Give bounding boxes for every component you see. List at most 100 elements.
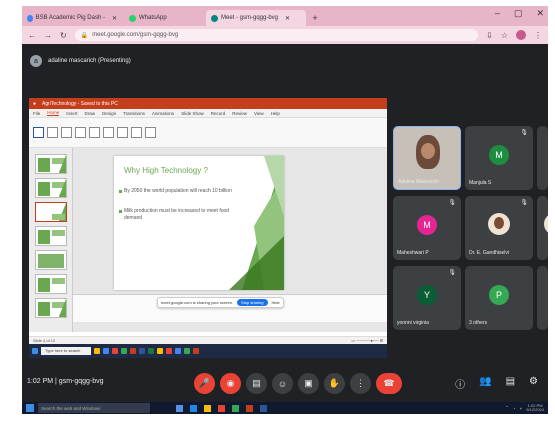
mic-off-icon: 🎙 — [520, 130, 528, 136]
slide-thumbnail[interactable] — [35, 298, 67, 318]
participant-tile[interactable]: 🎙 M Manjula S — [465, 126, 533, 190]
app-icon[interactable] — [232, 404, 239, 412]
camera-off-icon[interactable]: ◉ — [220, 373, 241, 394]
hide-button[interactable]: Hide — [272, 300, 280, 305]
url-field[interactable]: 🔒 meet.google.com/gsm-gqgg-bvg — [74, 29, 479, 41]
ribbon-tab-transitions[interactable]: Transitions — [123, 111, 145, 116]
more-options-icon[interactable]: ⋮ — [350, 373, 371, 394]
slide-thumbnail[interactable] — [35, 154, 67, 174]
leave-call-button[interactable]: ☎ — [376, 373, 402, 394]
app-icon — [193, 348, 199, 354]
chat-icon[interactable]: ▤ — [506, 376, 515, 391]
slide-thumbnail[interactable] — [35, 178, 67, 198]
app-icon — [103, 348, 109, 354]
ribbon-tab-design[interactable]: Design — [102, 111, 116, 116]
zoom-slider[interactable]: ▭ ─────●── ⊞ — [351, 338, 383, 343]
shared-search: Type here to search — [41, 347, 91, 355]
stop-sharing-button[interactable]: Stop sharing — [237, 299, 268, 306]
slide-thumbnail[interactable] — [35, 250, 67, 270]
participant-tile[interactable]: 🎙 Dr. E. Gandhiselvi — [465, 196, 533, 260]
participant-tile[interactable]: P 3 others — [465, 266, 533, 330]
ribbon-tab-file[interactable]: File — [33, 111, 40, 116]
volume-icon[interactable]: ◗ — [519, 406, 522, 411]
edge-icon[interactable] — [190, 404, 197, 412]
ribbon-tab-record[interactable]: Record — [211, 111, 226, 116]
people-icon[interactable]: 👥 — [479, 376, 491, 391]
slide-thumbnail[interactable] — [35, 226, 67, 246]
participant-avatar: M — [417, 215, 437, 236]
raise-hand-icon[interactable]: ✋ — [324, 373, 345, 394]
paste-icon[interactable] — [33, 127, 44, 138]
info-icon[interactable]: ⓘ — [455, 376, 465, 391]
activities-icon[interactable]: ⚙ — [529, 376, 538, 391]
app-icon[interactable] — [260, 404, 267, 412]
mic-off-icon[interactable]: 🎤 — [194, 373, 215, 394]
ribbon-tab-view[interactable]: View — [254, 111, 264, 116]
app-icon — [166, 348, 172, 354]
windows-icon — [32, 348, 38, 354]
participant-tile[interactable]: 🎙 Y yoonni virginia — [393, 266, 461, 330]
shared-taskbar: Type here to search — [29, 344, 387, 358]
captions-icon[interactable]: ▤ — [246, 373, 267, 394]
new-slide-icon[interactable] — [47, 127, 58, 138]
close-icon[interactable]: ✕ — [536, 8, 544, 19]
profile-avatar[interactable] — [516, 30, 526, 40]
current-slide[interactable]: Why High Technology ? By 2050 the world … — [114, 156, 284, 290]
ribbon-tab-home[interactable]: Home — [47, 110, 60, 116]
slide-thumbnails — [29, 148, 73, 332]
windows-start-icon[interactable] — [26, 404, 34, 412]
forward-icon[interactable]: → — [44, 31, 52, 40]
meet-icon — [211, 14, 218, 22]
chrome-icon[interactable] — [218, 404, 225, 412]
ribbon-tab-review[interactable]: Review — [232, 111, 247, 116]
ribbon-tab-draw[interactable]: Draw — [85, 111, 96, 116]
ribbon-tab-animations[interactable]: Animations — [152, 111, 174, 116]
participant-tile[interactable]: A — [537, 266, 548, 330]
meet-controls: 1:02 PM | gsm-gqgg-bvg 🎤 ◉ ▤ ☺ ▣ ✋ ⋮ ☎ ⓘ… — [22, 366, 548, 402]
ribbon-tab-insert[interactable]: Insert — [66, 111, 77, 116]
participant-name: Dr. E. Gandhiselvi — [469, 250, 510, 256]
autosave-icon[interactable]: ● — [33, 101, 36, 107]
tray-chevron-icon[interactable]: ⌃ — [505, 405, 509, 411]
meeting-info: 1:02 PM | gsm-gqgg-bvg — [27, 378, 104, 385]
ribbon-tab-help[interactable]: Help — [271, 111, 280, 116]
new-tab-button[interactable]: + — [308, 10, 322, 26]
browser-tab-active[interactable]: Meet - gsm-gqgg-bvg ✕ — [206, 10, 306, 26]
task-view-icon[interactable] — [176, 404, 183, 412]
participant-tile[interactable]: 🎙 M Maheshwari P — [393, 196, 461, 260]
ribbon-tab-slide-show[interactable]: Slide Show — [181, 111, 204, 116]
reset-icon[interactable] — [75, 127, 86, 138]
slide-thumbnail-selected[interactable] — [35, 202, 67, 222]
minimize-icon[interactable]: – — [495, 8, 500, 19]
participant-photo — [544, 213, 548, 236]
participant-tile[interactable]: R — [537, 126, 548, 190]
menu-icon[interactable]: ⋮ — [534, 31, 542, 40]
editing-icon[interactable] — [145, 127, 156, 138]
layout-icon[interactable] — [61, 127, 72, 138]
section-icon[interactable] — [89, 127, 100, 138]
network-icon[interactable]: ◔ — [513, 406, 516, 411]
font-icon[interactable] — [103, 127, 114, 138]
slide-thumbnail[interactable] — [35, 274, 67, 294]
reload-icon[interactable]: ↻ — [60, 31, 67, 40]
participant-tile[interactable] — [537, 196, 548, 260]
maximize-icon[interactable]: ▢ — [514, 8, 523, 19]
browser-tab[interactable]: BSB Academic Pig Dash - ✕ — [22, 10, 122, 26]
drawing-icon[interactable] — [131, 127, 142, 138]
close-icon[interactable]: ✕ — [112, 15, 117, 22]
participant-tile[interactable]: Adeline Mascarich — [393, 126, 461, 190]
file-explorer-icon[interactable] — [204, 404, 211, 412]
taskbar-clock[interactable]: 1:02 PM 9/12/2024 — [526, 403, 544, 413]
powerpoint-icon[interactable] — [246, 404, 253, 412]
emoji-icon[interactable]: ☺ — [272, 373, 293, 394]
slide-counter: Slide 4 of 12 — [33, 338, 56, 343]
present-icon[interactable]: ▣ — [298, 373, 319, 394]
extension-icon[interactable]: ⇩ — [486, 31, 493, 40]
close-icon[interactable]: ✕ — [285, 15, 290, 22]
back-icon[interactable]: ← — [28, 31, 36, 40]
browser-tab[interactable]: WhatsApp — [124, 10, 204, 26]
star-icon[interactable]: ☆ — [501, 31, 508, 40]
taskbar-search[interactable]: Search the web and Windows — [38, 403, 150, 413]
paragraph-icon[interactable] — [117, 127, 128, 138]
app-icon — [94, 348, 100, 354]
